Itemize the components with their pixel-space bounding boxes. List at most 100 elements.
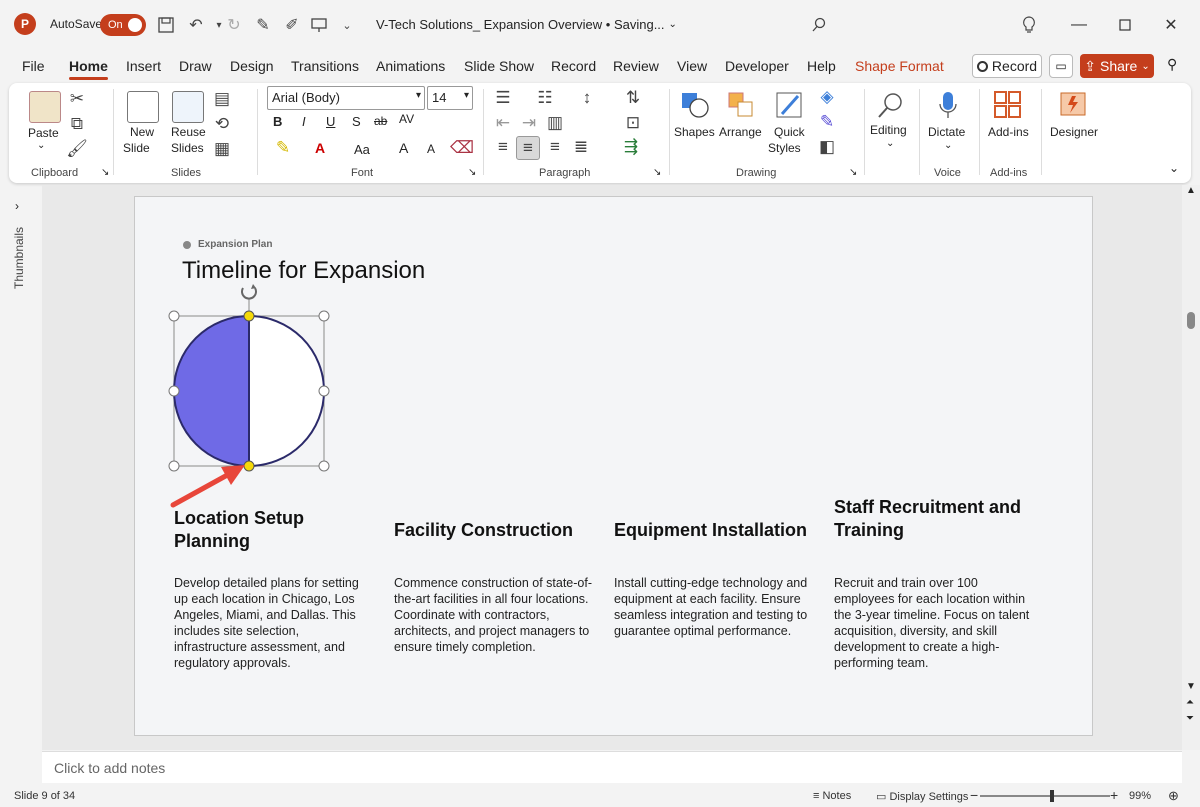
column-body[interactable]: Install cutting-edge technology and equi…	[614, 575, 814, 639]
share-button[interactable]: ⇪ Share ⌄	[1080, 54, 1154, 78]
notes-pane[interactable]: Click to add notes	[42, 751, 1182, 783]
editing-search-icon[interactable]	[873, 88, 907, 122]
paste-icon[interactable]	[29, 91, 61, 123]
shapes-icon[interactable]	[679, 89, 711, 121]
slide-canvas[interactable]: Expansion Plan Timeline for Expansion Lo…	[134, 196, 1093, 736]
tab-insert[interactable]: Insert	[126, 58, 161, 74]
scroll-thumb[interactable]	[1187, 312, 1195, 329]
character-spacing-button[interactable]: AV	[399, 112, 414, 126]
new-slide-label[interactable]: New	[130, 125, 154, 139]
quick-styles-label[interactable]: Quick	[774, 125, 805, 139]
editing-dropdown-icon[interactable]: ⌄	[886, 138, 894, 149]
grow-font-button[interactable]: A	[399, 140, 408, 156]
designer-icon[interactable]	[1057, 89, 1089, 121]
clear-formatting-icon[interactable]: ⌫	[450, 138, 474, 158]
lightbulb-icon[interactable]	[1016, 12, 1042, 38]
format-painter-icon[interactable]: 🖌	[66, 139, 88, 159]
column-body[interactable]: Recruit and train over 100 employees for…	[834, 575, 1034, 671]
columns-icon[interactable]: ▥	[545, 113, 565, 133]
zoom-in-icon[interactable]: +	[1110, 787, 1118, 803]
tab-developer[interactable]: Developer	[725, 58, 789, 74]
font-name-select[interactable]: Arial (Body) ▾	[267, 86, 425, 110]
resize-handle[interactable]	[168, 385, 180, 397]
highlighter-icon[interactable]: ✎	[273, 138, 293, 158]
shape-outline-icon[interactable]: ✎	[817, 112, 837, 132]
strikethrough-button[interactable]: ab	[374, 114, 387, 128]
zoom-out-icon[interactable]: −	[970, 787, 978, 803]
tab-draw[interactable]: Draw	[179, 58, 212, 74]
zoom-slider[interactable]	[980, 795, 1110, 797]
close-icon[interactable]: ✕	[1158, 12, 1184, 38]
tab-help[interactable]: Help	[807, 58, 836, 74]
maximize-icon[interactable]	[1112, 12, 1138, 38]
shrink-font-button[interactable]: A	[427, 142, 435, 156]
tab-slide-show[interactable]: Slide Show	[464, 58, 534, 74]
numbering-icon[interactable]: ☷	[535, 88, 555, 108]
resize-handle[interactable]	[318, 460, 330, 472]
shape-effects-icon[interactable]: ◧	[817, 137, 837, 157]
dictate-dropdown-icon[interactable]: ⌄	[944, 140, 952, 151]
resize-handle[interactable]	[168, 310, 180, 322]
tab-record[interactable]: Record	[551, 58, 596, 74]
align-text-icon[interactable]: ⊡	[623, 113, 643, 133]
notes-placeholder[interactable]: Click to add notes	[54, 760, 165, 776]
microphone-icon[interactable]	[933, 88, 963, 122]
comments-icon[interactable]: ▭	[1049, 54, 1073, 78]
paste-label[interactable]: Paste	[28, 126, 59, 140]
add-ins-icon[interactable]	[992, 89, 1024, 121]
column-body[interactable]: Develop detailed plans for setting up ea…	[174, 575, 374, 671]
thumbnails-label[interactable]: Thumbnails	[12, 227, 26, 289]
paste-dropdown-icon[interactable]: ⌄	[37, 140, 45, 151]
cut-icon[interactable]: ✂	[67, 89, 87, 109]
zoom-slider-thumb[interactable]	[1050, 790, 1054, 802]
scroll-up-icon[interactable]: ▲	[1186, 185, 1196, 196]
column-heading[interactable]: Location Setup Planning	[174, 507, 374, 553]
resize-handle[interactable]	[318, 385, 330, 397]
justify-icon[interactable]: ≣	[571, 137, 591, 157]
change-case-button[interactable]: Aa	[354, 142, 370, 157]
slide-tag[interactable]: Expansion Plan	[183, 239, 272, 250]
tab-view[interactable]: View	[677, 58, 707, 74]
expand-thumbnails-icon[interactable]: ›	[15, 199, 19, 213]
drawing-launcher-icon[interactable]: ↘	[849, 167, 857, 178]
column-heading[interactable]: Staff Recruitment and Training	[834, 496, 1034, 542]
designer-label[interactable]: Designer	[1050, 125, 1098, 139]
new-slide-label-2[interactable]: Slide	[123, 141, 150, 155]
align-center-icon[interactable]: ≡	[516, 136, 540, 160]
column-body[interactable]: Commence construction of state-of-the-ar…	[394, 575, 594, 655]
arrange-label[interactable]: Arrange	[719, 125, 762, 139]
collapse-ribbon-icon[interactable]: ⌄	[1169, 161, 1179, 175]
new-slide-icon[interactable]	[127, 91, 159, 123]
zoom-level[interactable]: 99%	[1129, 790, 1151, 802]
copy-icon[interactable]: ⧉	[67, 114, 87, 134]
quick-styles-label-2[interactable]: Styles	[768, 141, 801, 155]
text-direction-icon[interactable]: ⇅	[623, 88, 643, 108]
tab-home[interactable]: Home	[69, 58, 108, 80]
underline-button[interactable]: U	[326, 114, 335, 129]
scroll-down-icon[interactable]: ▼	[1186, 681, 1196, 692]
fit-slide-icon[interactable]: ⊕	[1168, 788, 1179, 804]
tab-shape-format[interactable]: Shape Format	[855, 58, 944, 74]
font-size-select[interactable]: 14 ▾	[427, 86, 473, 110]
quick-styles-icon[interactable]	[773, 89, 805, 121]
bullets-icon[interactable]: ☰	[493, 88, 513, 108]
bold-button[interactable]: B	[273, 114, 282, 129]
autosave-toggle[interactable]: On	[100, 14, 146, 36]
draw-icon[interactable]: ✐	[281, 14, 303, 36]
section-icon[interactable]: ▦	[212, 139, 232, 159]
undo-icon[interactable]: ↶	[185, 14, 207, 36]
text-shadow-button[interactable]: S	[352, 114, 361, 129]
reuse-slides-label[interactable]: Reuse	[171, 125, 206, 139]
shape-fill-icon[interactable]: ◈	[817, 87, 837, 107]
align-right-icon[interactable]: ≡	[545, 137, 565, 157]
tab-animations[interactable]: Animations	[376, 58, 445, 74]
redo-icon[interactable]: ↻	[223, 14, 245, 36]
italic-button[interactable]: I	[302, 114, 306, 129]
next-slide-icon[interactable]: ⏷	[1186, 713, 1194, 724]
save-icon[interactable]	[155, 14, 177, 36]
clipboard-launcher-icon[interactable]: ↘	[101, 167, 109, 178]
present-icon[interactable]	[308, 14, 330, 36]
reuse-slides-icon[interactable]	[172, 91, 204, 123]
reuse-slides-label-2[interactable]: Slides	[171, 141, 204, 155]
reset-icon[interactable]: ⟲	[212, 114, 232, 134]
